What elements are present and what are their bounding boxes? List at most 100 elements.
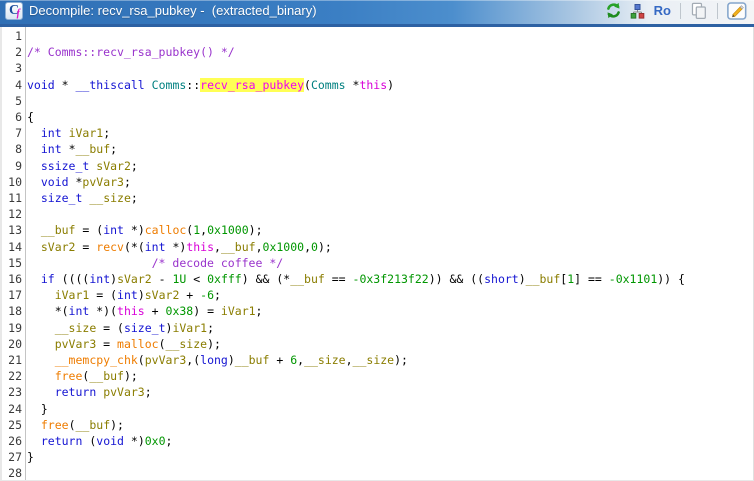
code-token-op[interactable]: ) [138, 288, 145, 302]
code-token-var[interactable]: __size [89, 191, 131, 205]
code-token-fn[interactable]: free [55, 369, 83, 383]
code-token-op[interactable]: *)( [89, 304, 117, 318]
code-token-op[interactable]: , [304, 240, 311, 254]
code-line[interactable]: size_t __size; [27, 190, 753, 206]
code-token-cls[interactable]: Comms [311, 78, 346, 92]
code-token-kw[interactable]: size_t [124, 321, 166, 335]
code-line[interactable]: /* decode coffee */ [27, 255, 753, 271]
code-token-kw[interactable]: void [96, 434, 124, 448]
code-token-op[interactable]: ) [228, 353, 235, 367]
code-token-op[interactable]: )) && (( [429, 272, 484, 286]
graph-icon[interactable] [629, 2, 647, 20]
code-token-op[interactable]: ; [166, 434, 173, 448]
code-token-op[interactable]: ; [103, 126, 110, 140]
code-token-op[interactable]: , [214, 240, 221, 254]
code-line[interactable] [27, 206, 753, 222]
code-token-var[interactable]: __size [353, 353, 395, 367]
code-token-num[interactable]: -0x1101 [609, 272, 657, 286]
code-token-fn[interactable]: free [41, 418, 69, 432]
code-token-com[interactable]: /* decode coffee */ [152, 256, 284, 270]
code-token-op[interactable] [27, 288, 55, 302]
code-token-op[interactable]: ,( [186, 353, 200, 367]
code-token-fn[interactable]: calloc [145, 223, 187, 237]
code-line[interactable]: __size = (size_t)iVar1; [27, 320, 753, 336]
code-line[interactable]: return pvVar3; [27, 384, 753, 400]
copy-icon[interactable] [689, 1, 709, 21]
code-token-ths[interactable]: this [117, 304, 145, 318]
code-token-op[interactable] [62, 126, 69, 140]
code-token-op[interactable]: *) [124, 223, 145, 237]
code-token-op[interactable] [27, 175, 41, 189]
code-token-var[interactable]: __buf [526, 272, 561, 286]
code-token-op[interactable] [27, 240, 41, 254]
code-token-op[interactable]: ); [124, 369, 138, 383]
code-token-op[interactable]: (((( [55, 272, 90, 286]
code-token-op[interactable] [27, 353, 55, 367]
code-token-op[interactable]: ( [82, 434, 96, 448]
code-token-op[interactable]: ; [124, 175, 131, 189]
code-token-op[interactable] [27, 256, 152, 270]
code-token-kw[interactable]: return [55, 385, 97, 399]
code-token-kw[interactable]: void [27, 78, 55, 92]
code-token-op[interactable]: == [325, 272, 353, 286]
code-line[interactable]: pvVar3 = malloc(__size); [27, 336, 753, 352]
code-token-op[interactable] [27, 142, 41, 156]
code-token-op[interactable]: ; [214, 288, 221, 302]
code-token-hl[interactable]: recv_rsa_pubkey [200, 77, 305, 92]
code-token-op[interactable] [27, 159, 41, 173]
code-token-var[interactable]: iVar1 [221, 304, 256, 318]
code-token-op[interactable]: { [27, 110, 34, 124]
code-token-var[interactable]: __buf [76, 142, 111, 156]
code-token-op[interactable]: ) && (* [242, 272, 290, 286]
code-token-ths[interactable]: this [186, 240, 214, 254]
code-token-op[interactable]: = ( [75, 223, 103, 237]
code-token-kw[interactable]: int [89, 272, 110, 286]
code-token-var[interactable]: pvVar3 [55, 337, 97, 351]
code-token-op[interactable] [27, 191, 41, 205]
code-token-var[interactable]: __size [304, 353, 346, 367]
code-token-kw[interactable]: long [200, 353, 228, 367]
code-token-num[interactable]: -6 [200, 288, 214, 302]
code-token-num[interactable]: 0x1000 [263, 240, 305, 254]
code-token-op[interactable] [27, 321, 55, 335]
code-token-op[interactable]: - [152, 272, 173, 286]
code-token-var[interactable]: __size [166, 337, 208, 351]
code-line[interactable] [27, 93, 753, 109]
code-line[interactable]: ssize_t sVar2; [27, 158, 753, 174]
code-token-var[interactable]: __buf [76, 418, 111, 432]
code-token-var[interactable]: __buf [235, 353, 270, 367]
code-token-op[interactable] [27, 223, 41, 237]
code-line[interactable]: } [27, 449, 753, 465]
code-token-var[interactable]: sVar2 [145, 288, 180, 302]
code-token-op[interactable]: )) { [657, 272, 685, 286]
code-token-op[interactable]: ; [131, 191, 138, 205]
code-token-var[interactable]: iVar1 [172, 321, 207, 335]
code-token-op[interactable]: ; [207, 321, 214, 335]
code-token-op[interactable]: *) [124, 434, 145, 448]
code-token-var[interactable]: sVar2 [117, 272, 152, 286]
code-token-op[interactable]: (*( [124, 240, 145, 254]
code-token-kw[interactable]: ssize_t [41, 159, 89, 173]
code-line[interactable]: iVar1 = (int)sVar2 + -6; [27, 287, 753, 303]
code-line[interactable]: void * __thiscall Comms::recv_rsa_pubkey… [27, 77, 753, 93]
code-token-num[interactable]: 0xfff [207, 272, 242, 286]
code-token-num[interactable]: 0 [311, 240, 318, 254]
code-token-op[interactable]: ) [387, 78, 394, 92]
code-token-kw[interactable]: int [69, 304, 90, 318]
code-token-fn[interactable]: malloc [117, 337, 159, 351]
code-token-num[interactable]: 0x0 [145, 434, 166, 448]
code-token-op[interactable]: ; [256, 304, 263, 318]
code-token-op[interactable]: + [145, 304, 166, 318]
code-token-op[interactable]: ; [131, 159, 138, 173]
code-line[interactable]: sVar2 = recv(*(int *)this,__buf,0x1000,0… [27, 239, 753, 255]
code-token-kw[interactable]: int [145, 240, 166, 254]
code-line[interactable]: if ((((int)sVar2 - 1U < 0xfff) && (*__bu… [27, 271, 753, 287]
code-token-var[interactable]: __buf [89, 369, 124, 383]
code-token-op[interactable]: ) [519, 272, 526, 286]
code-token-op[interactable]: ( [69, 418, 76, 432]
code-token-op[interactable]: ( [304, 78, 311, 92]
code-token-op[interactable] [27, 126, 41, 140]
code-token-kw[interactable]: void [41, 175, 69, 189]
code-token-num[interactable]: 0x1000 [207, 223, 249, 237]
code-token-op[interactable]: = [75, 240, 96, 254]
